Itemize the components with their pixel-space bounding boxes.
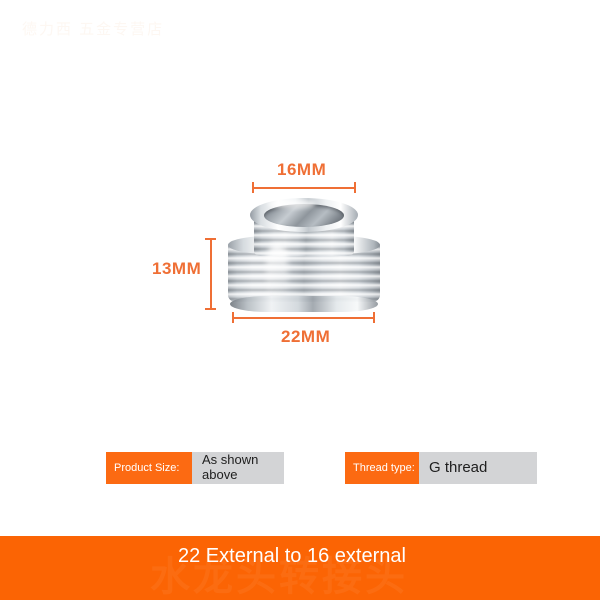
dimension-label-left: 13MM (152, 259, 202, 278)
dimension-label-bottom: 22MM (281, 327, 331, 346)
top-watermark-text: 德力西 五金专营店 (22, 21, 165, 38)
spec-chip-product-size: Product Size: As shown above (106, 452, 284, 484)
dimension-label-top: 16MM (277, 160, 327, 179)
dimension-cap-right (373, 312, 375, 323)
spec-value-product-size: As shown above (192, 452, 284, 484)
spec-key-thread-type: Thread type: (345, 452, 419, 484)
banner-title-text: 22 External to 16 external (178, 545, 406, 567)
dimension-line-top (252, 182, 356, 193)
spec-value-thread-type: G thread (419, 452, 537, 484)
body-highlight (266, 244, 288, 300)
dimension-line-bottom (232, 312, 375, 323)
spec-chip-thread-type: Thread type: G thread (345, 452, 537, 484)
lower-barrel-lip (230, 296, 378, 312)
spec-key-product-size: Product Size: (106, 452, 192, 484)
rim-highlight (268, 200, 316, 208)
product-image-canvas: 德力西 五金专营店 16MM 13MM 22MM Product Size: A… (0, 0, 600, 600)
dimension-cap-right (354, 182, 356, 193)
dimension-cap-left (252, 182, 254, 193)
dimension-cap-bottom (205, 308, 216, 310)
dimension-cap-left (232, 312, 234, 323)
dimension-cap-top (205, 238, 216, 240)
product-illustration (228, 198, 380, 312)
dimension-line-left (205, 238, 216, 310)
